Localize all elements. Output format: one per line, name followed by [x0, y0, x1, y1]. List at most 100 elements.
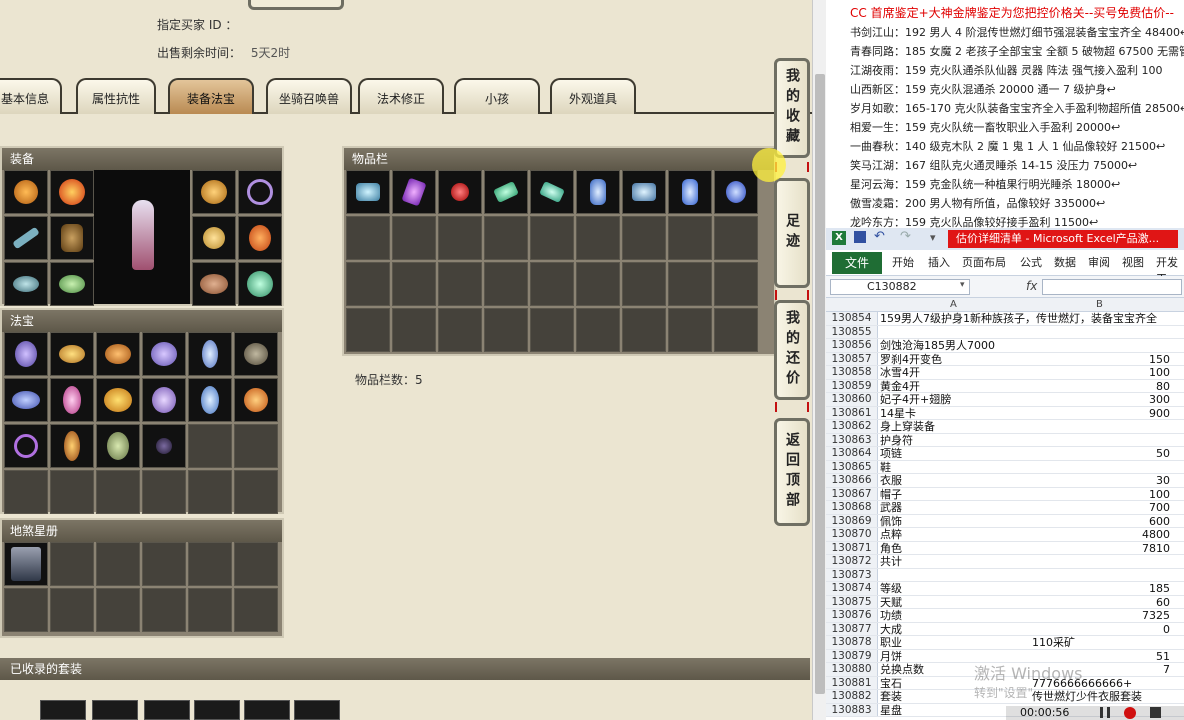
row-number[interactable]: 130859: [826, 379, 878, 392]
column-b-header[interactable]: B: [1096, 299, 1103, 310]
row-number[interactable]: 130870: [826, 528, 878, 541]
news-line[interactable]: 傲雪凌霜：200 男人物有所值，品像较好 335000↩: [826, 194, 1184, 213]
news-line[interactable]: 笑马江湖：167 组队克火通灵睡杀 14-15 没压力 75000↩: [826, 156, 1184, 175]
item-slot[interactable]: [346, 170, 390, 214]
cell-a[interactable]: 佩饰: [880, 515, 1030, 529]
row-number[interactable]: 130873: [826, 568, 878, 581]
cell-b[interactable]: 7325: [1030, 609, 1170, 623]
row-number[interactable]: 130877: [826, 622, 878, 635]
save-icon[interactable]: [854, 231, 866, 243]
tab-appearance[interactable]: 外观道具: [550, 78, 636, 114]
row-number[interactable]: 130882: [826, 690, 878, 703]
item-slot[interactable]: [622, 170, 666, 214]
item-slot-empty[interactable]: [668, 308, 712, 352]
fabao-slot-empty[interactable]: [188, 470, 232, 514]
tab-basic-info[interactable]: 基本信息: [0, 78, 62, 114]
xingce-slot-empty[interactable]: [234, 542, 278, 586]
item-slot[interactable]: [484, 170, 528, 214]
sheet-row[interactable]: 130875 天赋 60: [826, 595, 1184, 609]
favorites-button[interactable]: 我的收藏: [774, 58, 810, 158]
sheet-row[interactable]: 130855: [826, 325, 1184, 339]
row-number[interactable]: 130872: [826, 555, 878, 568]
sheet-row[interactable]: 130856 剑蚀沧海185男人7000: [826, 339, 1184, 353]
equip-slot[interactable]: [192, 216, 236, 260]
item-slot-empty[interactable]: [530, 216, 574, 260]
equip-slot[interactable]: [50, 170, 94, 214]
row-number[interactable]: 130875: [826, 595, 878, 608]
item-slot-empty[interactable]: [484, 308, 528, 352]
fabao-slot[interactable]: [4, 424, 48, 468]
sheet-row[interactable]: 130877 大成 0: [826, 622, 1184, 637]
row-number[interactable]: 130881: [826, 676, 878, 689]
cell-a[interactable]: 159男人7级护身1新种族孩子，传世燃灯，装备宝宝齐全: [880, 312, 1157, 326]
cell-a[interactable]: 14星卡: [880, 407, 1030, 421]
row-number[interactable]: 130855: [826, 325, 878, 338]
cell-b[interactable]: 100: [1030, 366, 1170, 380]
xingce-slot-empty[interactable]: [96, 588, 140, 632]
equip-slot[interactable]: [192, 262, 236, 306]
tab-mounts[interactable]: 坐骑召唤兽: [266, 78, 352, 114]
sheet-row[interactable]: 130858 冰雪4开 100: [826, 366, 1184, 380]
cell-a[interactable]: 鞋: [880, 461, 1030, 475]
menu-page-layout[interactable]: 页面布局: [962, 254, 1006, 270]
news-line[interactable]: 一曲春秋：140 级克木队 2 魔 1 鬼 1 人 1 仙品像较好 21500↩: [826, 137, 1184, 156]
fabao-slot-empty[interactable]: [4, 470, 48, 514]
suit-item[interactable]: [294, 700, 340, 720]
row-number[interactable]: 130871: [826, 541, 878, 554]
fabao-slot[interactable]: [234, 332, 278, 376]
item-slot-empty[interactable]: [346, 216, 390, 260]
sheet-row[interactable]: 130862 身上穿装备: [826, 420, 1184, 434]
news-line[interactable]: 龙吟东方：159 克火队品像较好接手盈利 11500↩: [826, 213, 1184, 228]
cell-a[interactable]: 大成: [880, 623, 1030, 637]
fabao-slot[interactable]: [142, 378, 186, 422]
item-slot-empty[interactable]: [346, 262, 390, 306]
sheet-row[interactable]: 130868 武器 700: [826, 501, 1184, 515]
suit-item[interactable]: [194, 700, 240, 720]
fabao-slot-empty[interactable]: [96, 470, 140, 514]
item-slot-empty[interactable]: [530, 308, 574, 352]
cell-a[interactable]: 项链: [880, 447, 1030, 461]
cell-a[interactable]: 职业: [880, 636, 1030, 650]
news-line[interactable]: 星河云海：159 克金队统一种植果行明光睡杀 18000↩: [826, 175, 1184, 194]
sheet-row[interactable]: 130873: [826, 568, 1184, 582]
sheet-row[interactable]: 130866 衣服 30: [826, 474, 1184, 488]
cell-a[interactable]: 身上穿装备: [880, 420, 1030, 434]
cell-b[interactable]: 7810: [1030, 542, 1170, 556]
item-slot-empty[interactable]: [622, 216, 666, 260]
fabao-slot-empty[interactable]: [188, 424, 232, 468]
scrollbar-thumb[interactable]: [815, 74, 825, 694]
menu-formulas[interactable]: 公式: [1020, 254, 1042, 270]
sheet-row[interactable]: 130859 黄金4开 80: [826, 379, 1184, 394]
fabao-slot[interactable]: [142, 332, 186, 376]
row-number[interactable]: 130869: [826, 514, 878, 527]
cell-b[interactable]: 300: [1030, 393, 1170, 407]
cell-b[interactable]: 150: [1030, 353, 1170, 367]
fabao-slot[interactable]: [50, 332, 94, 376]
item-slot-empty[interactable]: [484, 262, 528, 306]
tab-child[interactable]: 小孩: [454, 78, 540, 114]
item-slot-empty[interactable]: [576, 216, 620, 260]
row-number[interactable]: 130864: [826, 447, 878, 460]
row-number[interactable]: 130876: [826, 609, 878, 622]
fabao-slot[interactable]: [96, 332, 140, 376]
item-slot-empty[interactable]: [622, 308, 666, 352]
sheet-row[interactable]: 130860 妃子4开+翅膀 300: [826, 393, 1184, 407]
column-a-header[interactable]: A: [950, 299, 957, 310]
fabao-slot[interactable]: [4, 378, 48, 422]
item-slot-empty[interactable]: [392, 216, 436, 260]
my-bargain-button[interactable]: 我的还价: [774, 300, 810, 400]
tab-attributes[interactable]: 属性抗性: [76, 78, 156, 114]
cell-b[interactable]: 30: [1030, 474, 1170, 488]
pause-icon[interactable]: [1100, 707, 1110, 718]
cell-a[interactable]: 衣服: [880, 474, 1030, 488]
fabao-slot-empty[interactable]: [234, 470, 278, 514]
tab-equipment[interactable]: 装备法宝: [168, 78, 254, 114]
redo-icon[interactable]: ↷: [900, 229, 911, 244]
fabao-slot[interactable]: [142, 424, 186, 468]
xingce-slot-empty[interactable]: [50, 542, 94, 586]
menu-home[interactable]: 开始: [892, 254, 914, 270]
fabao-slot[interactable]: [4, 332, 48, 376]
cell-a[interactable]: 妃子4开+翅膀: [880, 393, 1030, 407]
cell-a[interactable]: 黄金4开: [880, 380, 1030, 394]
cell-b[interactable]: 80: [1030, 380, 1170, 394]
